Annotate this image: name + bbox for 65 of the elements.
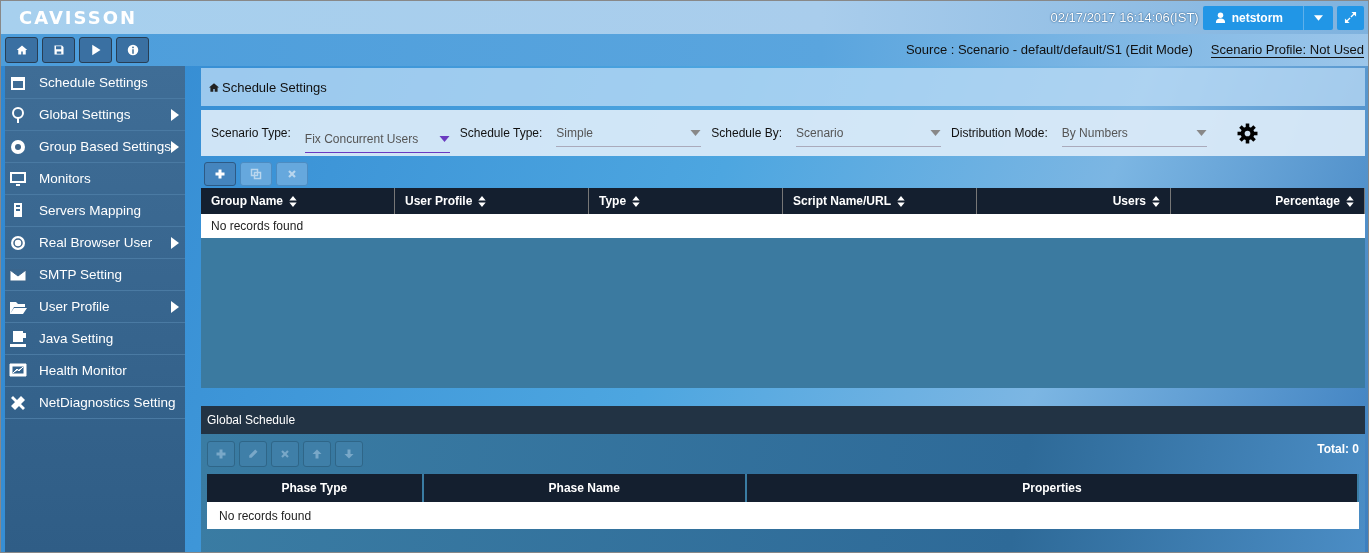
fullscreen-button[interactable] xyxy=(1337,5,1364,30)
close-icon xyxy=(286,168,298,180)
home-button[interactable] xyxy=(5,37,38,63)
caret-icon xyxy=(930,129,942,136)
user-icon xyxy=(1214,12,1226,23)
close-icon xyxy=(279,448,291,460)
sidebar-item[interactable]: Global Settings xyxy=(5,99,185,131)
sidebar-item[interactable]: SMTP Setting xyxy=(5,259,185,291)
expand-icon xyxy=(1344,11,1357,24)
run-button[interactable] xyxy=(79,37,112,63)
filter-label: Scenario Type: xyxy=(211,126,291,140)
total-count: Total: 0 xyxy=(1317,442,1359,456)
info-button[interactable] xyxy=(116,37,149,63)
dropdown[interactable]: By Numbers xyxy=(1061,119,1207,147)
sort-icon xyxy=(289,195,297,207)
pencil-icon xyxy=(247,448,259,460)
play-icon xyxy=(89,44,102,56)
empty-message: No records found xyxy=(207,502,1359,529)
empty-message: No records found xyxy=(201,214,1365,238)
sort-icon xyxy=(632,195,641,207)
sidebar-item[interactable]: Health Monitor xyxy=(5,355,185,387)
plus-icon xyxy=(215,448,227,460)
date-time: 02/17/2017 16:14:06(IST) xyxy=(1050,10,1199,25)
source-text: Source : Scenario - default/default/S1 (Edit Mode) xyxy=(905,42,1193,58)
settings-icon[interactable] xyxy=(1236,122,1258,144)
scenario-profile-link[interactable]: Scenario Profile: Not Used xyxy=(1210,42,1364,58)
sidebar-item[interactable]: Schedule Settings xyxy=(5,67,185,99)
caret-icon xyxy=(690,129,702,136)
sidebar-item[interactable]: Real Browser User xyxy=(5,227,185,259)
sidebar-item[interactable]: Servers Mapping xyxy=(5,195,185,227)
caret-icon xyxy=(1314,14,1323,21)
sidebar-item[interactable]: Java Setting xyxy=(5,323,185,355)
user-button[interactable]: netstorm xyxy=(1202,5,1303,30)
sidebar-item[interactable]: User Profile xyxy=(5,291,185,323)
dropdown[interactable]: Fix Concurrent Users xyxy=(304,125,450,153)
save-icon xyxy=(52,44,65,56)
dropdown[interactable]: Simple xyxy=(556,119,702,147)
sidebar-item[interactable]: Group Based Settings xyxy=(5,131,185,163)
breadcrumb: Schedule Settings xyxy=(222,79,327,95)
home-icon xyxy=(15,44,28,56)
sort-icon xyxy=(478,195,487,207)
chart-icon xyxy=(9,361,27,380)
sidebar-item[interactable]: Monitors xyxy=(5,163,185,195)
filter-label: Schedule By: xyxy=(711,126,783,140)
logo: CAVISSON xyxy=(19,7,138,28)
caret-icon xyxy=(438,135,450,142)
user-menu-button[interactable] xyxy=(1303,5,1333,30)
info-icon xyxy=(126,44,139,56)
arrow-down-icon xyxy=(343,448,355,460)
dropdown[interactable]: Scenario xyxy=(796,119,942,147)
save-button[interactable] xyxy=(42,37,75,63)
copy-icon xyxy=(250,168,262,180)
sort-icon xyxy=(1346,195,1354,207)
filter-label: Distribution Mode: xyxy=(951,126,1048,140)
sort-icon xyxy=(897,195,906,207)
sort-icon xyxy=(1152,195,1160,207)
arrow-up-icon xyxy=(311,448,323,460)
home-icon xyxy=(209,82,219,92)
filter-label: Schedule Type: xyxy=(459,126,543,140)
caret-icon xyxy=(1195,129,1207,136)
plus-icon xyxy=(214,168,226,180)
monitor-icon xyxy=(9,169,27,188)
sidebar-item[interactable]: NetDiagnostics Setting xyxy=(5,387,185,419)
add-button[interactable] xyxy=(204,162,236,186)
panel-title: Global Schedule xyxy=(201,406,1365,434)
